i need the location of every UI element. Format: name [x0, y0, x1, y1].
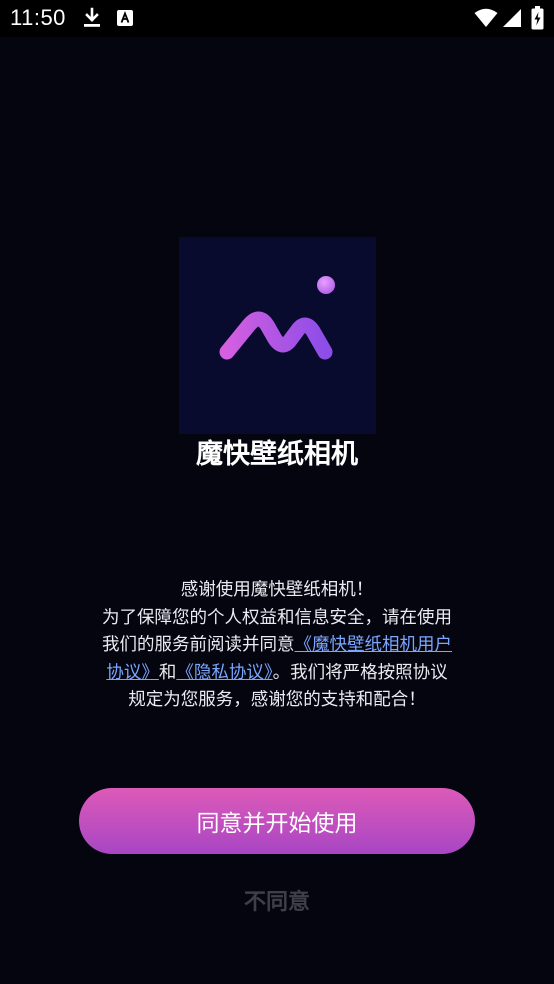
agree-button[interactable]: 同意并开始使用: [79, 788, 475, 854]
agreement-notice: 感谢使用魔快壁纸相机！ 为了保障您的个人权益和信息安全，请在使用我们的服务前阅读…: [100, 577, 454, 715]
a-box-icon: [117, 10, 133, 26]
status-bar: 11:50: [0, 0, 554, 37]
wave-logo-icon: [219, 276, 335, 360]
agree-button-label: 同意并开始使用: [196, 811, 358, 837]
status-time: 11:50: [10, 5, 66, 30]
wifi-icon: [474, 8, 498, 27]
app-logo: [179, 237, 376, 434]
signal-icon: [503, 9, 521, 27]
notice-intro: 感谢使用魔快壁纸相机！: [180, 580, 374, 600]
battery-charging-icon: [531, 6, 544, 30]
privacy-policy-link[interactable]: 《隐私协议》: [176, 663, 272, 683]
app-name: 魔快壁纸相机: [196, 439, 358, 470]
decline-button[interactable]: 不同意: [0, 884, 554, 916]
download-icon: [84, 7, 100, 27]
notice-conjunction: 和: [158, 662, 177, 683]
